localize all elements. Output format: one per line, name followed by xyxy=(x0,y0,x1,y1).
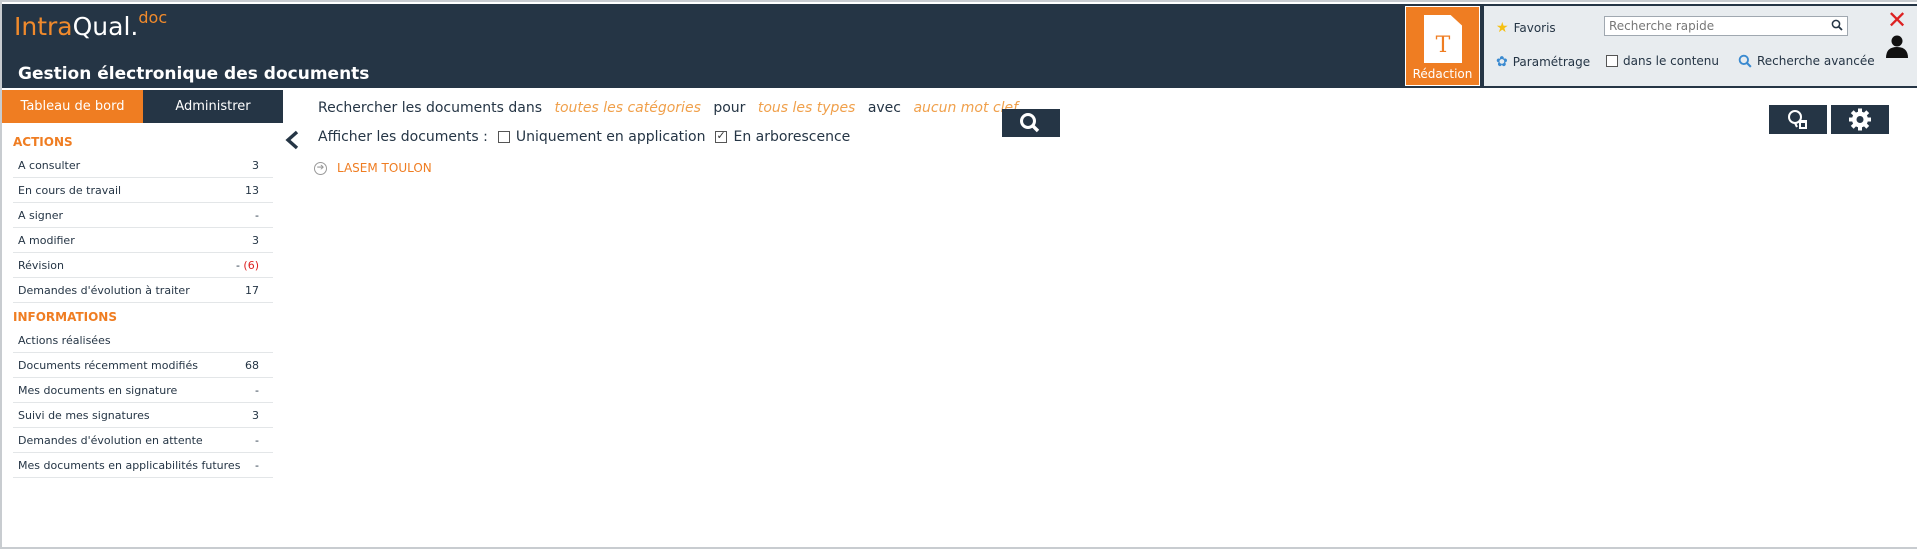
expand-icon[interactable]: ➔ xyxy=(314,161,327,175)
sidebar-item-documents-recemment-modifies[interactable]: Documents récemment modifiés 68 xyxy=(13,353,273,378)
magnifier-icon xyxy=(1738,54,1752,68)
page-title: Gestion électronique des documents xyxy=(18,64,370,84)
parametrage-label: Paramétrage xyxy=(1512,55,1591,69)
sidebar-tabs: Tableau de bord Administrer xyxy=(2,90,283,123)
sidebar-item-label: Mes documents en signature xyxy=(18,383,178,397)
logo-intra: Intra xyxy=(14,12,73,41)
recherche-avancee-label: Recherche avancée xyxy=(1757,54,1875,68)
tree-view-label: En arborescence xyxy=(733,129,851,145)
dans-le-contenu-checkbox[interactable] xyxy=(1606,55,1618,67)
sidebar-item-label: Demandes d'évolution en attente xyxy=(18,433,203,447)
sidebar-item-en-cours-de-travail[interactable]: En cours de travail 13 xyxy=(13,178,273,203)
app-frame: IntraQual.doc Gestion électronique des d… xyxy=(0,0,1917,549)
sidebar-item-a-modifier[interactable]: A modifier 3 xyxy=(13,228,273,253)
favoris-label: Favoris xyxy=(1513,21,1556,35)
categories-link[interactable]: toutes les catégories xyxy=(554,100,700,116)
settings-button[interactable] xyxy=(1831,105,1889,134)
dans-le-contenu-option[interactable]: dans le contenu xyxy=(1606,54,1719,68)
filters-label: Afficher les documents : xyxy=(318,129,488,145)
sidebar-item-applicabilites-futures[interactable]: Mes documents en applicabilités futures … xyxy=(13,453,273,478)
sidebar-item-revision[interactable]: Révision - (6) xyxy=(13,253,273,278)
sidebar-item-count: - xyxy=(255,383,259,397)
logo-doc: doc xyxy=(138,8,168,27)
document-icon: T xyxy=(1424,15,1462,63)
sidebar-item-count: 13 xyxy=(245,183,259,197)
redaction-button[interactable]: T Rédaction xyxy=(1405,6,1480,86)
sidebar-item-label: Actions réalisées xyxy=(18,333,111,347)
dans-le-contenu-label: dans le contenu xyxy=(1623,54,1720,68)
sidebar-item-label: A consulter xyxy=(18,158,81,172)
search-view-button[interactable] xyxy=(1769,105,1827,134)
close-icon[interactable]: ✕ xyxy=(1887,8,1907,32)
sidebar-item-count: 3 xyxy=(252,233,259,247)
sidebar-item-label: Mes documents en applicabilités futures xyxy=(18,458,241,472)
sidebar-item-demandes-evolution-a-traiter[interactable]: Demandes d'évolution à traiter 17 xyxy=(13,278,273,303)
revision-extra-count: (6) xyxy=(243,258,259,272)
sidebar-item-count: 3 xyxy=(252,408,259,422)
document-icon-letter: T xyxy=(1435,33,1451,58)
sidebar-item-label: En cours de travail xyxy=(18,183,122,197)
sidebar-item-a-consulter[interactable]: A consulter 3 xyxy=(13,153,273,178)
tree-node-label[interactable]: LASEM TOULON xyxy=(337,161,432,175)
tab-administrer[interactable]: Administrer xyxy=(143,90,283,123)
sidebar-item-demandes-evolution-en-attente[interactable]: Demandes d'évolution en attente - xyxy=(13,428,273,453)
only-in-application-label: Uniquement en application xyxy=(515,129,706,145)
search-document-icon xyxy=(1788,110,1807,129)
search-icon[interactable] xyxy=(1831,19,1843,31)
tool-panel: ★ Favoris Recherche rapide ✿ Paramétrage… xyxy=(1484,6,1917,86)
tree-view-checkbox[interactable] xyxy=(715,129,728,143)
parametrage-link[interactable]: ✿ Paramétrage xyxy=(1496,54,1590,70)
actions-section-title: ACTIONS xyxy=(13,135,73,149)
sidebar-item-suivi-de-mes-signatures[interactable]: Suivi de mes signatures 3 xyxy=(13,403,273,428)
sidebar-item-label: Demandes d'évolution à traiter xyxy=(18,283,190,297)
sidebar-item-label: Révision xyxy=(18,258,64,272)
avec-text: avec xyxy=(867,100,901,116)
sidebar-item-count: - xyxy=(255,208,259,222)
sidebar-item-label: A signer xyxy=(18,208,64,222)
recherche-avancee-link[interactable]: Recherche avancée xyxy=(1738,54,1875,68)
gear-icon: ✿ xyxy=(1496,54,1508,70)
tree-node[interactable]: ➔ LASEM TOULON xyxy=(314,161,432,175)
sidebar-item-count: 68 xyxy=(245,358,259,372)
sidebar-item-count: - (6) xyxy=(236,259,259,272)
search-button[interactable] xyxy=(1002,109,1060,137)
redaction-label: Rédaction xyxy=(1412,67,1473,81)
collapse-sidebar-icon[interactable] xyxy=(282,129,304,151)
search-icon xyxy=(1020,113,1040,133)
search-prefix-text: Rechercher les documents dans xyxy=(318,100,542,116)
logo-qual: Qual xyxy=(72,12,131,41)
user-icon[interactable] xyxy=(1884,34,1910,58)
only-in-application-checkbox[interactable] xyxy=(497,131,510,143)
sidebar-item-mes-documents-en-signature[interactable]: Mes documents en signature - xyxy=(13,378,273,403)
gear-icon xyxy=(1849,108,1871,131)
pour-text: pour xyxy=(713,100,746,116)
sidebar-item-label: A modifier xyxy=(18,233,75,247)
sidebar-item-actions-realisees[interactable]: Actions réalisées xyxy=(13,328,273,353)
tab-tableau-de-bord[interactable]: Tableau de bord xyxy=(2,90,143,123)
logo: IntraQual.doc xyxy=(14,8,167,41)
types-link[interactable]: tous les types xyxy=(758,100,856,116)
star-icon: ★ xyxy=(1496,20,1509,36)
display-filters: Afficher les documents : Uniquement en a… xyxy=(318,129,850,145)
sidebar-item-count: - xyxy=(255,458,259,472)
sidebar-item-count: - xyxy=(255,433,259,447)
sidebar-item-label: Suivi de mes signatures xyxy=(18,408,150,422)
search-criteria: Rechercher les documents dans toutes les… xyxy=(318,100,1026,116)
favoris-link[interactable]: ★ Favoris xyxy=(1496,20,1556,36)
sidebar-item-label: Documents récemment modifiés xyxy=(18,358,198,372)
quick-search-input[interactable]: Recherche rapide xyxy=(1604,16,1848,36)
sidebar-item-a-signer[interactable]: A signer - xyxy=(13,203,273,228)
informations-section-title: INFORMATIONS xyxy=(13,310,117,324)
sidebar-item-count: 17 xyxy=(245,283,259,297)
sidebar-item-count: 3 xyxy=(252,158,259,172)
quick-search-placeholder: Recherche rapide xyxy=(1609,19,1715,33)
